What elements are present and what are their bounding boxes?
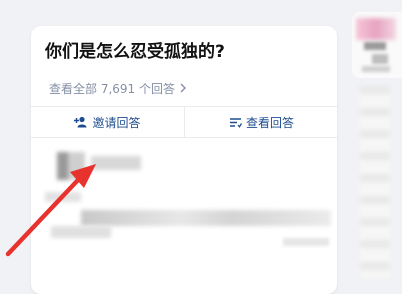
question-title[interactable]: 你们是怎么忍受孤独的? (45, 37, 225, 62)
blurred-text-line (81, 210, 331, 226)
blurred-text-line (362, 66, 390, 72)
view-answers-label: 查看回答 (245, 115, 294, 130)
blurred-text-line (372, 54, 388, 64)
view-all-answers-link[interactable]: 查看全部 7,691 个回答 (49, 80, 187, 97)
chevron-right-icon (179, 82, 187, 96)
watermark (283, 238, 329, 246)
blurred-avatar (57, 152, 85, 180)
blurred-text-line (364, 42, 386, 50)
list-icon (229, 117, 242, 128)
question-card[interactable]: 你们是怎么忍受孤独的? 查看全部 7,691 个回答 邀请回答 查看回答 (31, 26, 337, 294)
view-answers-button[interactable]: 查看回答 (185, 107, 337, 137)
blurred-text-line (51, 226, 111, 238)
answers-count-label: 查看全部 7,691 个回答 (49, 82, 175, 96)
adjacent-card-fragment (352, 12, 402, 78)
blurred-text-line (45, 192, 81, 202)
add-user-icon (74, 116, 88, 128)
invite-answer-button[interactable]: 邀请回答 (31, 107, 184, 137)
blurred-image (356, 18, 396, 40)
divider (31, 137, 337, 138)
blurred-author-name (91, 156, 141, 170)
invite-answer-label: 邀请回答 (92, 115, 141, 130)
adjacent-card-blurred-content (360, 86, 390, 278)
